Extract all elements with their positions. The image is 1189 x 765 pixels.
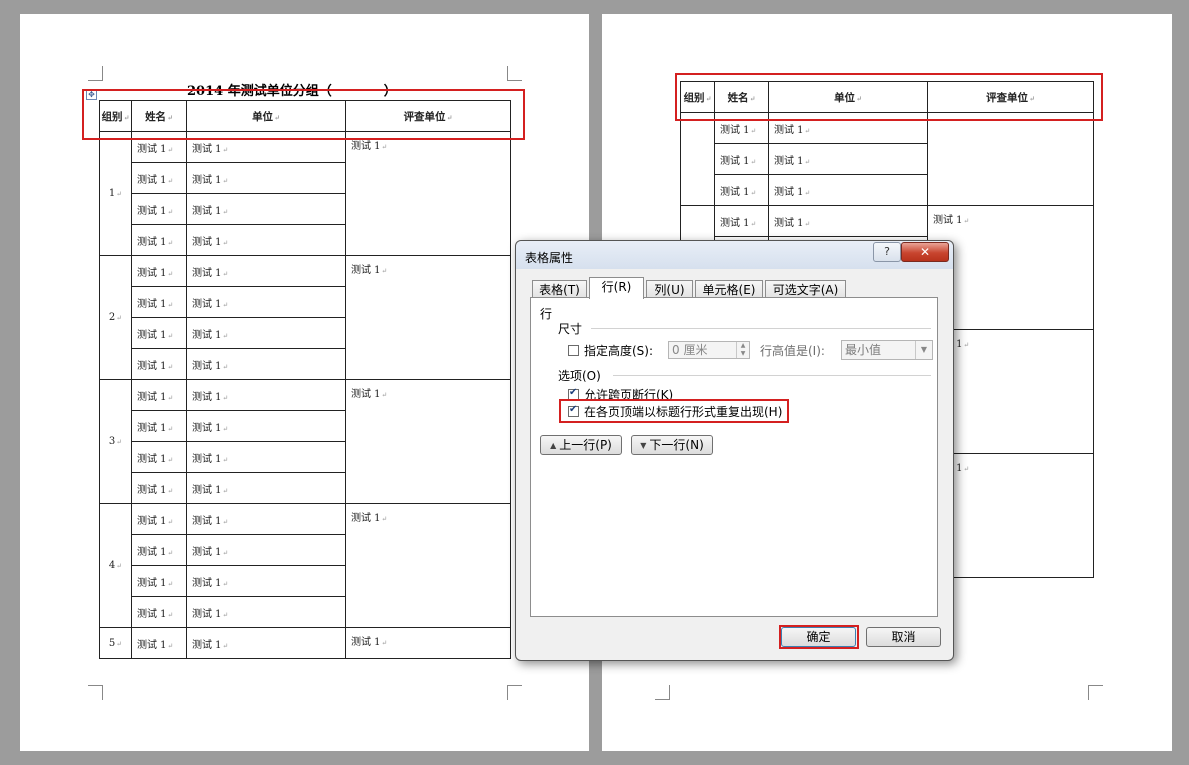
table-row: 2测试 1测试 1测试 1 xyxy=(99,255,511,380)
separator xyxy=(613,375,931,376)
section-row-label: 行 xyxy=(540,307,553,321)
unit-cell: 测试 1 xyxy=(186,193,346,225)
unit-cell: 测试 1 xyxy=(186,286,346,318)
tab-alt-text[interactable]: 可选文字(A) xyxy=(765,280,846,298)
name-cell: 测试 1 xyxy=(131,534,187,566)
repeated-header-highlight xyxy=(675,73,1103,121)
size-section-label: 尺寸 xyxy=(558,322,583,336)
row-height-is-label: 行高值是(I): xyxy=(760,344,825,358)
height-spinner[interactable]: 0 厘米 ▲ ▼ xyxy=(668,341,750,359)
name-cell: 测试 1 xyxy=(131,627,187,659)
document-table-page-1: 组别 姓名 单位 评查单位 1测试 1测试 1测试 1测试 1测试 1测试 1测… xyxy=(99,100,511,659)
name-cell: 测试 1 xyxy=(131,286,187,318)
row-tab-panel: 行 尺寸 指定高度(S): 0 厘米 ▲ ▼ 行高值是(I): 最小值 ▼ 选项… xyxy=(530,297,938,617)
unit-cell: 测试 1 xyxy=(186,410,346,442)
name-cell: 测试 1 xyxy=(714,174,769,206)
crop-mark xyxy=(507,66,522,81)
name-cell: 测试 1 xyxy=(131,503,187,535)
crop-mark xyxy=(88,685,103,700)
review-unit-cell: 测试 1 xyxy=(345,627,511,659)
row-height-is-select[interactable]: 最小值 ▼ xyxy=(841,340,933,360)
table-row: 测试 1测试 1测试 1 xyxy=(680,205,1094,330)
crop-mark xyxy=(655,685,670,700)
specify-height-label: 指定高度(S): xyxy=(584,344,654,358)
unit-cell: 测试 1 xyxy=(186,348,346,380)
previous-row-button[interactable]: ▲ 上一行(P) xyxy=(540,435,622,455)
name-cell: 测试 1 xyxy=(714,143,769,175)
repeat-header-highlight xyxy=(559,399,789,423)
unit-cell: 测试 1 xyxy=(186,565,346,597)
triangle-down-icon: ▼ xyxy=(640,441,647,450)
name-cell: 测试 1 xyxy=(131,441,187,473)
name-cell: 测试 1 xyxy=(131,224,187,256)
name-cell: 测试 1 xyxy=(131,596,187,628)
name-cell: 测试 1 xyxy=(131,348,187,380)
review-unit-cell: 测试 1 xyxy=(345,255,511,380)
specify-height-checkbox[interactable] xyxy=(568,345,579,356)
crop-mark xyxy=(507,685,522,700)
unit-cell: 测试 1 xyxy=(186,379,346,411)
review-unit-cell: 测试 1 xyxy=(345,379,511,504)
unit-cell: 测试 1 xyxy=(186,162,346,194)
table-row: 4测试 1测试 1测试 1 xyxy=(99,503,511,628)
unit-cell: 测试 1 xyxy=(186,503,346,535)
row-height-is-value: 最小值 xyxy=(845,343,882,357)
crop-mark xyxy=(88,66,103,81)
next-row-button[interactable]: ▼ 下一行(N) xyxy=(631,435,713,455)
unit-cell: 测试 1 xyxy=(186,224,346,256)
group-cell xyxy=(680,112,715,206)
group-cell: 3 xyxy=(99,379,132,504)
table-row: 3测试 1测试 1测试 1 xyxy=(99,379,511,504)
group-cell: 2 xyxy=(99,255,132,380)
review-unit-cell: 测试 1 xyxy=(345,503,511,628)
crop-mark xyxy=(1088,685,1103,700)
tab-table[interactable]: 表格(T) xyxy=(532,280,587,298)
name-cell: 测试 1 xyxy=(131,317,187,349)
tab-row[interactable]: 行(R) xyxy=(589,277,644,299)
close-icon[interactable]: ✕ xyxy=(901,242,949,262)
unit-cell: 测试 1 xyxy=(186,255,346,287)
unit-cell: 测试 1 xyxy=(186,596,346,628)
unit-cell: 测试 1 xyxy=(768,205,928,237)
unit-cell: 测试 1 xyxy=(186,317,346,349)
separator xyxy=(591,328,931,329)
dropdown-arrow-icon: ▼ xyxy=(915,341,932,359)
help-icon[interactable]: ? xyxy=(873,242,901,262)
name-cell: 测试 1 xyxy=(131,410,187,442)
header-row-highlight xyxy=(82,89,525,140)
dialog-titlebar[interactable]: 表格属性 ? ✕ xyxy=(516,241,953,269)
unit-cell: 测试 1 xyxy=(186,627,346,659)
dialog-title: 表格属性 xyxy=(525,251,574,265)
unit-cell: 测试 1 xyxy=(186,472,346,504)
name-cell: 测试 1 xyxy=(131,193,187,225)
name-cell: 测试 1 xyxy=(131,379,187,411)
tab-cell[interactable]: 单元格(E) xyxy=(695,280,763,298)
name-cell: 测试 1 xyxy=(131,472,187,504)
group-cell: 5 xyxy=(99,627,132,659)
spinner-icon[interactable]: ▼ xyxy=(736,350,749,358)
options-section-label: 选项(O) xyxy=(558,369,601,383)
height-value: 0 厘米 xyxy=(672,343,708,357)
unit-cell: 测试 1 xyxy=(768,174,928,206)
name-cell: 测试 1 xyxy=(131,255,187,287)
unit-cell: 测试 1 xyxy=(186,534,346,566)
group-cell: 1 xyxy=(99,131,132,256)
review-unit-cell: 测试 1 xyxy=(345,131,511,256)
table-row: 5测试 1测试 1测试 1 xyxy=(99,627,511,659)
name-cell: 测试 1 xyxy=(131,162,187,194)
name-cell: 测试 1 xyxy=(131,565,187,597)
unit-cell: 测试 1 xyxy=(768,143,928,175)
group-cell: 4 xyxy=(99,503,132,628)
triangle-up-icon: ▲ xyxy=(550,441,557,450)
cancel-button[interactable]: 取消 xyxy=(866,627,941,647)
review-unit-cell xyxy=(927,112,1094,206)
spinner-icon[interactable]: ▲ xyxy=(736,342,749,350)
table-properties-dialog: 表格属性 ? ✕ 表格(T) 行(R) 列(U) 单元格(E) 可选文字(A) … xyxy=(515,240,954,661)
tab-column[interactable]: 列(U) xyxy=(646,280,693,298)
ok-button-highlight xyxy=(779,625,859,649)
unit-cell: 测试 1 xyxy=(186,441,346,473)
name-cell: 测试 1 xyxy=(714,205,769,237)
